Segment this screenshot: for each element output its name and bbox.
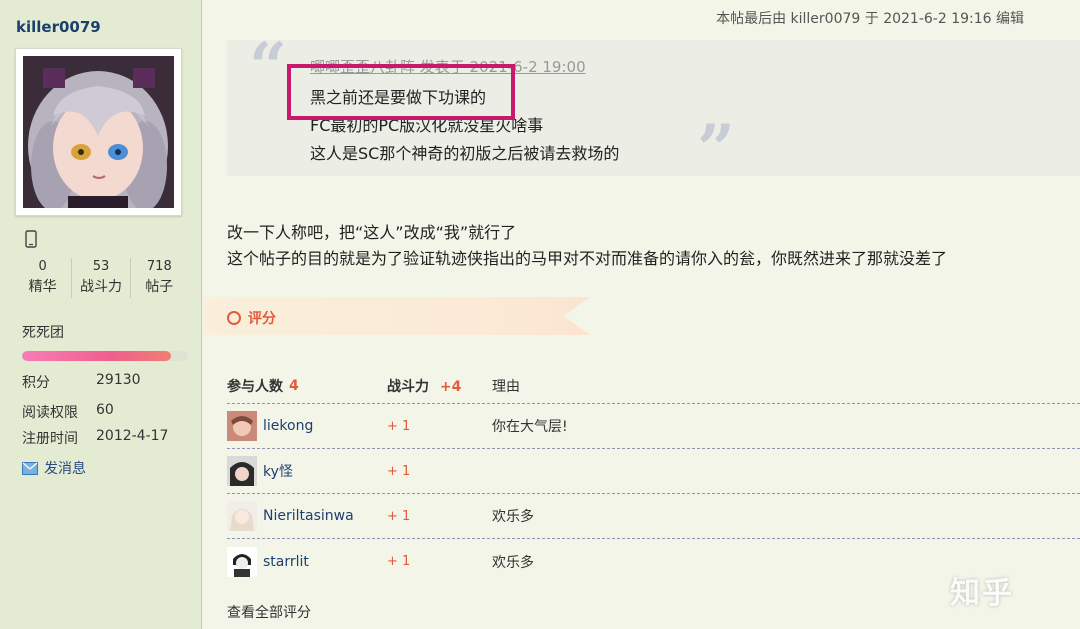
info-row-register-date: 注册时间 2012-4-17 xyxy=(22,428,168,448)
info-key: 积分 xyxy=(22,375,50,391)
close-quote-icon: ” xyxy=(697,110,735,188)
rater-reason: 你在大气层! xyxy=(492,419,568,435)
stat-value: 718 xyxy=(146,259,172,274)
quote-block: “ 唧唧歪歪八卦阵 发表于 2021-6-2 19:00 黑之前还是要做下功课的… xyxy=(227,28,1080,188)
power-label: 战斗力 xyxy=(387,378,429,395)
user-group[interactable]: 死死团 xyxy=(22,322,64,342)
participant-count: 4 xyxy=(289,377,299,394)
rating-row: ky怪 + 1 xyxy=(227,449,1080,494)
participants-header: 参与人数 4 xyxy=(227,376,387,396)
rater-name[interactable]: Nieriltasinwa xyxy=(263,508,354,524)
mobile-icon xyxy=(25,230,37,248)
send-message-label: 发消息 xyxy=(44,461,86,477)
rating-table-header: 参与人数 4 战斗力 +4 理由 xyxy=(227,368,1080,404)
rater-name[interactable]: starrlit xyxy=(263,554,309,570)
rater-score: + 1 xyxy=(387,418,411,434)
rating-row: liekong + 1 你在大气层! xyxy=(227,404,1080,449)
rater-avatar[interactable] xyxy=(227,501,257,531)
user-stats: 0 精华 53 战斗力 718 帖子 xyxy=(14,258,188,298)
rater-score: + 1 xyxy=(387,508,411,524)
info-value: 60 xyxy=(96,402,114,418)
participants-label: 参与人数 xyxy=(227,378,283,395)
user-sidebar: killer0079 0 精华 53 战斗力 718 帖子 死死团 积分 291… xyxy=(0,0,202,629)
avatar-image xyxy=(23,56,174,208)
stat-posts[interactable]: 718 帖子 xyxy=(131,258,188,298)
send-message-link[interactable]: 发消息 xyxy=(22,458,86,478)
power-header: 战斗力 +4 xyxy=(387,376,492,396)
rating-title[interactable]: 评分 xyxy=(248,308,276,328)
rater-reason: 欢乐多 xyxy=(492,509,534,525)
rating-banner-notch xyxy=(563,297,591,335)
group-progress-bar xyxy=(22,351,188,361)
rater-avatar[interactable] xyxy=(227,546,257,577)
annotation-highlight-box xyxy=(287,64,515,120)
rating-circle-icon xyxy=(227,311,241,325)
stat-label: 帖子 xyxy=(145,279,174,295)
info-key: 阅读权限 xyxy=(22,405,78,421)
rater-name[interactable]: ky怪 xyxy=(263,461,293,481)
stat-value: 0 xyxy=(38,259,47,274)
info-row-points: 积分 29130 xyxy=(22,372,141,392)
stat-label: 精华 xyxy=(28,279,57,295)
stat-label: 战斗力 xyxy=(79,279,122,295)
open-quote-icon: “ xyxy=(249,28,287,106)
rater-score: + 1 xyxy=(387,554,411,569)
reason-header: 理由 xyxy=(492,378,520,395)
rater-name[interactable]: liekong xyxy=(263,418,313,434)
rating-row: Nieriltasinwa + 1 欢乐多 xyxy=(227,494,1080,539)
last-edit-note: 本帖最后由 killer0079 于 2021-6-2 19:16 编辑 xyxy=(716,11,1024,27)
power-total: +4 xyxy=(439,378,462,395)
rater-avatar[interactable] xyxy=(227,456,257,486)
group-progress-fill xyxy=(22,351,172,361)
username-link[interactable]: killer0079 xyxy=(16,18,101,36)
stat-value: 53 xyxy=(92,259,110,274)
rater-avatar[interactable] xyxy=(227,411,257,441)
rating-table: 参与人数 4 战斗力 +4 理由 liekong + 1 你在大气层! ky怪 … xyxy=(227,368,1080,584)
stat-digest[interactable]: 0 精华 xyxy=(14,258,73,298)
post-body-line: 改一下人称吧，把“这人”改成“我”就行了 xyxy=(227,223,517,242)
quote-line: 这人是SC那个神奇的初版之后被请去救场的 xyxy=(310,144,620,163)
stat-power[interactable]: 53 战斗力 xyxy=(72,258,131,298)
info-row-read-permission: 阅读权限 60 xyxy=(22,402,114,422)
post-body-line: 这个帖子的目的就是为了验证轨迹侠指出的马甲对不对而准备的请你入的瓮，你既然进来了… xyxy=(227,249,948,268)
rater-score: + 1 xyxy=(387,463,411,479)
envelope-icon xyxy=(22,461,38,475)
view-all-ratings-link[interactable]: 查看全部评分 xyxy=(227,602,311,622)
avatar[interactable] xyxy=(15,48,182,216)
zhihu-watermark: 知乎 xyxy=(950,576,1014,611)
info-key: 注册时间 xyxy=(22,431,78,447)
info-value: 2012-4-17 xyxy=(96,428,169,444)
post-content: 本帖最后由 killer0079 于 2021-6-2 19:16 编辑 “ 唧… xyxy=(203,0,1080,629)
info-value: 29130 xyxy=(96,372,141,388)
